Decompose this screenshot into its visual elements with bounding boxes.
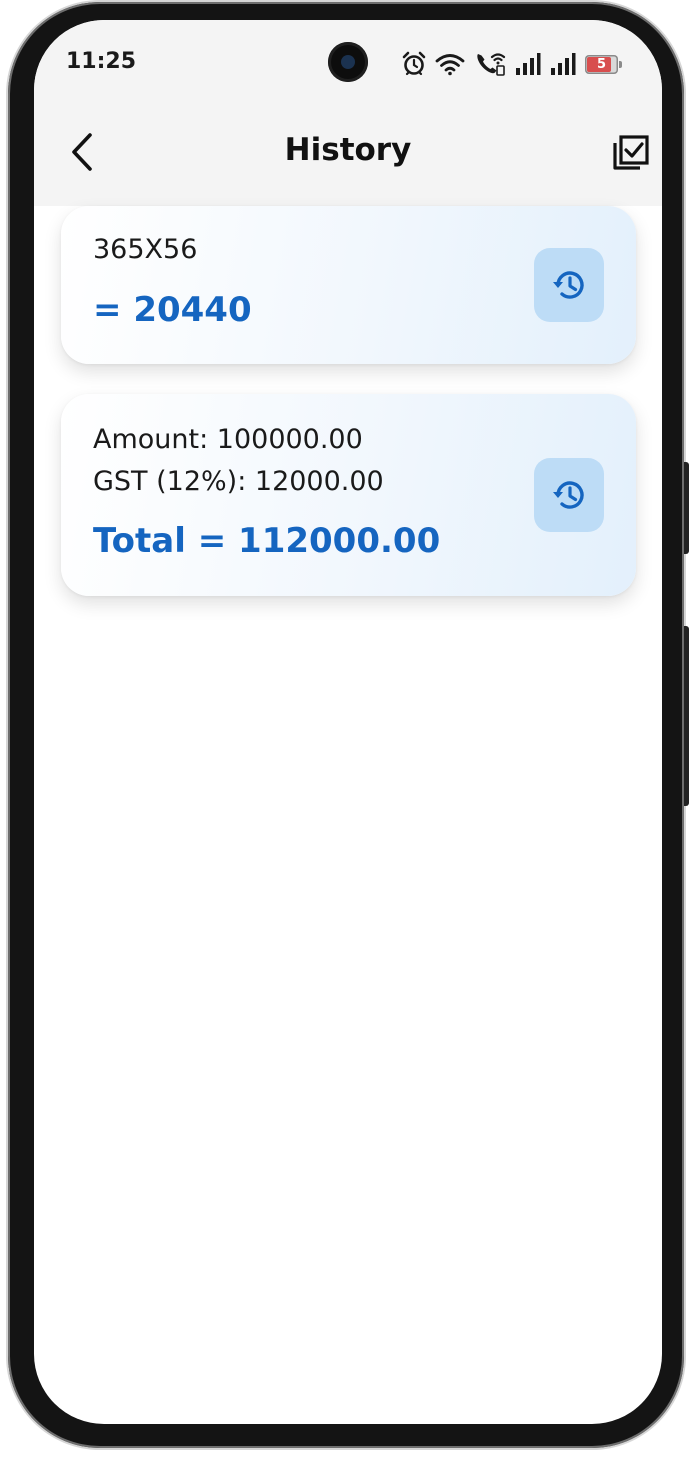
history-result: = 20440: [93, 290, 252, 330]
history-expression: 365X56: [93, 234, 198, 265]
history-card[interactable]: Amount: 100000.00 GST (12%): 12000.00 To…: [61, 394, 636, 596]
select-all-button[interactable]: [610, 132, 652, 174]
history-amount: Amount: 100000.00: [93, 424, 363, 455]
status-icons: 5: [402, 49, 622, 79]
restore-button[interactable]: [534, 248, 604, 322]
restore-button[interactable]: [534, 458, 604, 532]
restore-history-icon: [553, 481, 584, 509]
volume-button: [684, 462, 689, 554]
restore-history-icon: [553, 271, 584, 299]
wifi-icon: [435, 52, 465, 76]
screen: 11:25 5 History 365X56 = 20440 Amount: 1…: [34, 20, 662, 1424]
battery-icon: 5: [585, 54, 622, 74]
history-gst: GST (12%): 12000.00: [93, 466, 384, 497]
battery-level: 5: [596, 56, 607, 72]
power-button: [684, 626, 689, 806]
app-bar: 11:25 5 History: [34, 20, 662, 206]
status-time: 11:25: [66, 49, 137, 74]
history-result: Total = 112000.00: [93, 521, 441, 561]
page-title: History: [284, 132, 412, 168]
select-all-checkbox-icon: [613, 135, 649, 170]
signal-icon: [515, 52, 541, 76]
front-camera: [328, 42, 368, 82]
signal-icon: [550, 52, 576, 76]
alarm-icon: [402, 51, 426, 77]
history-card[interactable]: 365X56 = 20440: [61, 206, 636, 364]
wifi-calling-icon: [474, 51, 506, 77]
